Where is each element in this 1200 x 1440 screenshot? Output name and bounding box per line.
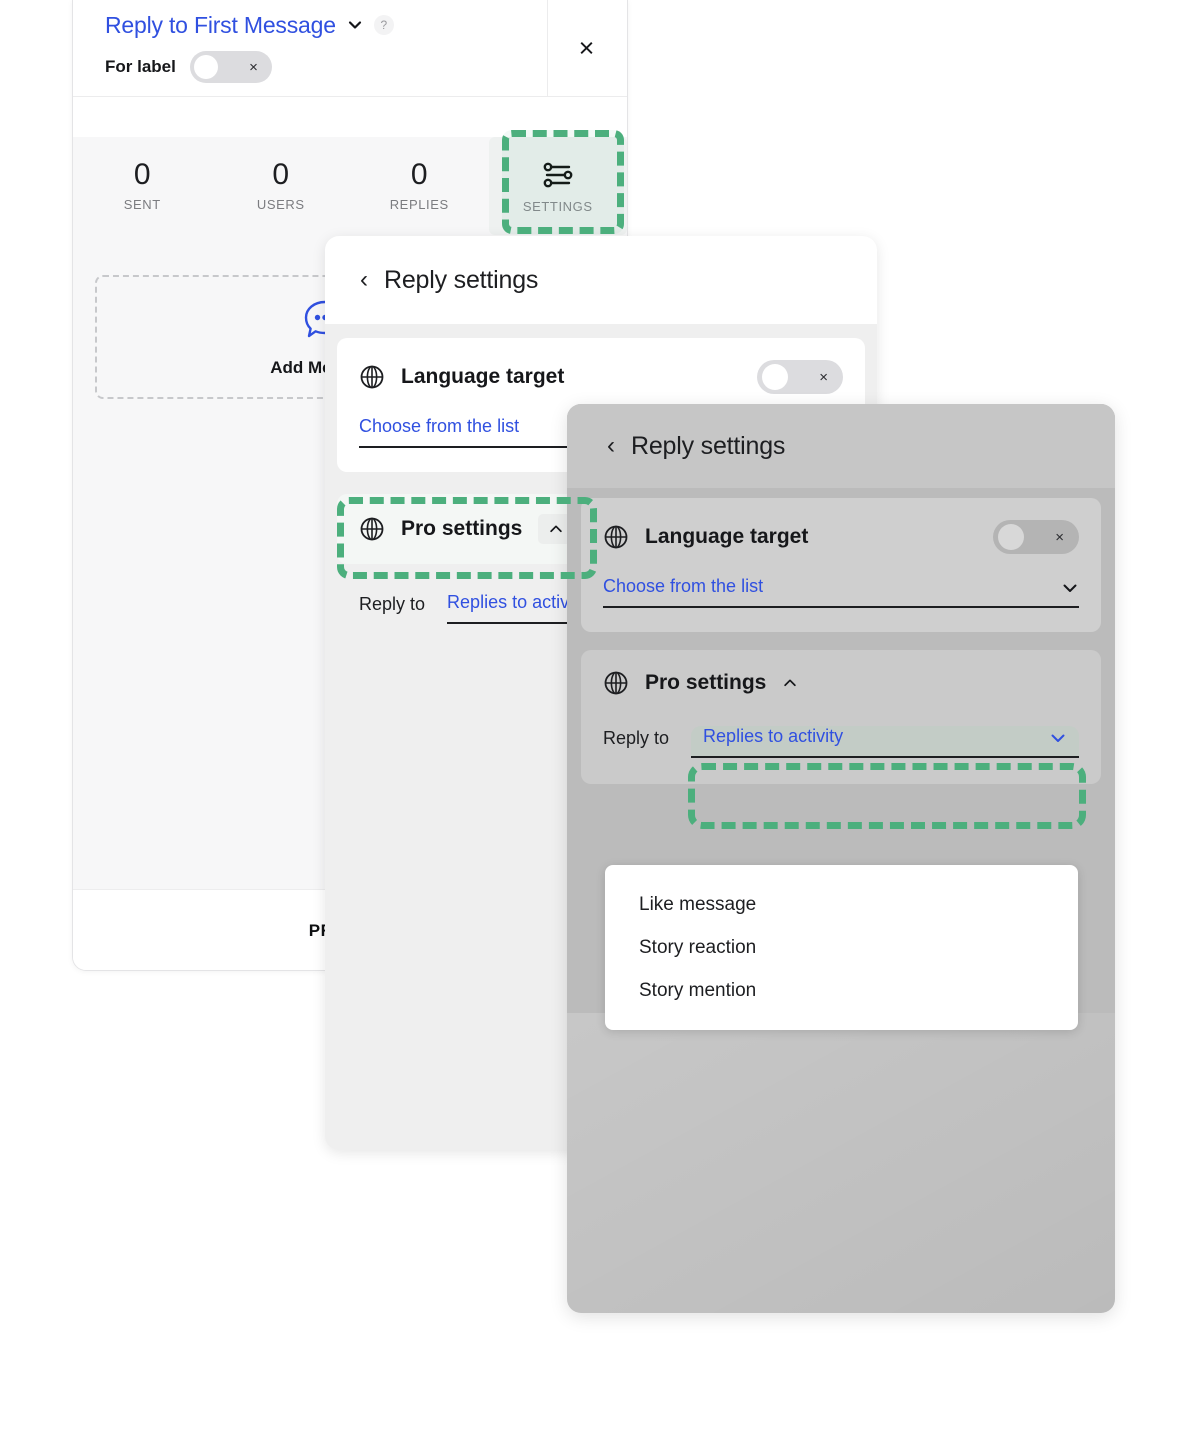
stat-users: 0 USERS [212,137,351,235]
for-label-toggle[interactable]: × [189,51,272,83]
settings-tab[interactable]: SETTINGS [488,137,627,235]
pro-settings-row: Pro settings [603,670,1079,696]
header-spacer [73,97,627,137]
page-title[interactable]: Reply to First Message [105,12,336,39]
help-icon[interactable]: ? [373,15,394,35]
toggle-clear-icon[interactable]: × [1055,530,1064,545]
toggle-clear-icon[interactable]: × [819,370,828,385]
chevron-down-icon [1061,579,1079,597]
for-label-row: For label × [105,51,547,83]
pro-settings-title: Pro settings [401,517,523,540]
reply-settings-title: Reply settings [631,431,786,460]
stat-value: 0 [272,158,290,191]
close-button[interactable]: × [546,0,627,96]
menu-item-like-message[interactable]: Like message [605,883,1078,926]
stat-value: 0 [410,158,428,191]
language-target-title: Language target [645,525,809,548]
reply-settings-title: Reply settings [384,265,539,294]
back-icon[interactable]: ‹ [360,268,368,292]
language-target-toggle[interactable]: × [993,520,1079,554]
language-target-row: Language target × [359,360,843,394]
language-target-title: Language target [401,365,565,388]
campaign-header-main: Reply to First Message ? For label × [73,0,548,96]
for-label-text: For label [105,57,176,76]
toggle-knob [762,364,788,390]
reply-settings-header: ‹ Reply settings [325,236,877,324]
toggle-knob [193,55,218,79]
language-select-value: Choose from the list [603,576,764,596]
stat-label: REPLIES [389,197,449,212]
language-target-card: Language target × Choose from the list [581,498,1101,632]
chevron-up-icon[interactable] [782,675,798,691]
globe-icon [603,524,629,550]
reply-to-label: Reply to [359,594,426,614]
panel-fade-overlay [567,1013,1115,1313]
stats-row: 0 SENT 0 USERS 0 REPLIES SETTINGS [73,137,627,235]
globe-icon [359,364,385,390]
pro-settings-title: Pro settings [645,671,767,694]
campaign-header: Reply to First Message ? For label × × [73,0,627,97]
settings-tab-label: SETTINGS [522,199,593,214]
reply-to-row: Reply to Replies to activity [603,696,1079,784]
stat-value: 0 [133,158,151,191]
stat-replies: 0 REPLIES [350,137,489,235]
reply-to-dropdown-menu: Like message Story reaction Story mentio… [605,865,1078,1030]
reply-to-value: Replies to activity [703,726,844,746]
toggle-clear-icon[interactable]: × [249,60,258,75]
campaign-title-row: Reply to First Message ? [105,8,547,42]
menu-item-story-mention[interactable]: Story mention [605,969,1078,1012]
globe-icon [359,516,385,542]
chevron-down-icon [1049,729,1067,747]
language-select[interactable]: Choose from the list [603,576,1079,608]
globe-icon [603,670,629,696]
reply-settings-panel-dimmed: ‹ Reply settings Language target × Choos… [567,404,1115,1313]
stat-label: SENT [123,197,161,212]
chevron-down-icon[interactable] [347,17,363,33]
reply-settings-header: ‹ Reply settings [567,404,1115,488]
back-icon[interactable]: ‹ [607,434,615,458]
close-icon: × [578,32,595,63]
menu-item-story-reaction[interactable]: Story reaction [605,926,1078,969]
reply-to-label: Reply to [603,728,670,748]
stat-label: USERS [256,197,305,212]
language-target-row: Language target × [603,520,1079,554]
language-select-value: Choose from the list [359,416,520,436]
reply-to-select[interactable]: Replies to activity [691,726,1079,758]
toggle-knob [998,524,1024,550]
language-target-toggle[interactable]: × [757,360,843,394]
sliders-icon [543,158,573,192]
pro-settings-card[interactable]: Pro settings Reply to Replies to activit… [581,650,1101,784]
stat-sent: 0 SENT [73,137,212,235]
